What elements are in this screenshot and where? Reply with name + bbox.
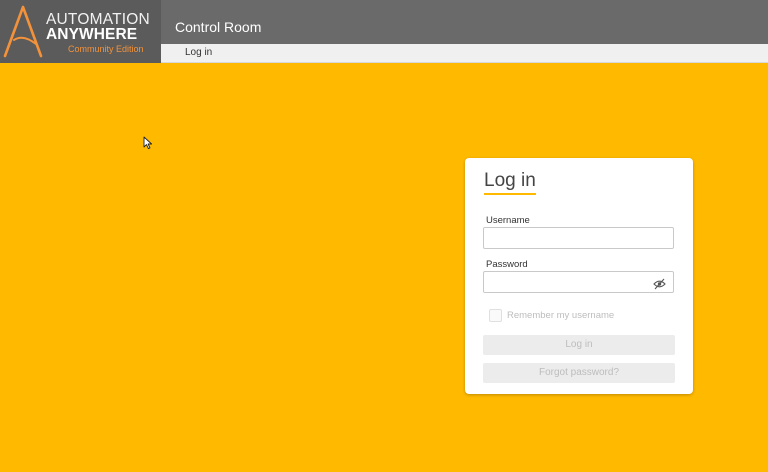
remember-username-checkbox[interactable] <box>489 309 502 322</box>
remember-username-label: Remember my username <box>507 310 615 321</box>
username-label: Username <box>486 215 530 226</box>
password-input[interactable] <box>483 271 674 293</box>
username-input[interactable] <box>483 227 674 249</box>
brand-edition: Community Edition <box>68 44 144 54</box>
automation-anywhere-logo-icon <box>3 5 43 58</box>
login-title: Log in <box>484 170 536 191</box>
title-underline <box>484 193 536 195</box>
eye-slash-icon[interactable] <box>653 278 666 290</box>
login-button[interactable]: Log in <box>483 335 675 355</box>
brand-name-line2: ANYWHERE <box>46 26 138 43</box>
breadcrumb[interactable]: Log in <box>185 47 212 58</box>
app-title: Control Room <box>175 19 262 35</box>
brand-logo[interactable]: AUTOMATION ANYWHERE Community Edition <box>0 0 161 63</box>
mouse-cursor-icon <box>143 136 153 150</box>
password-label: Password <box>486 259 528 270</box>
login-card: Log in Username Password Remember my use… <box>465 158 693 394</box>
forgot-password-button[interactable]: Forgot password? <box>483 363 675 383</box>
